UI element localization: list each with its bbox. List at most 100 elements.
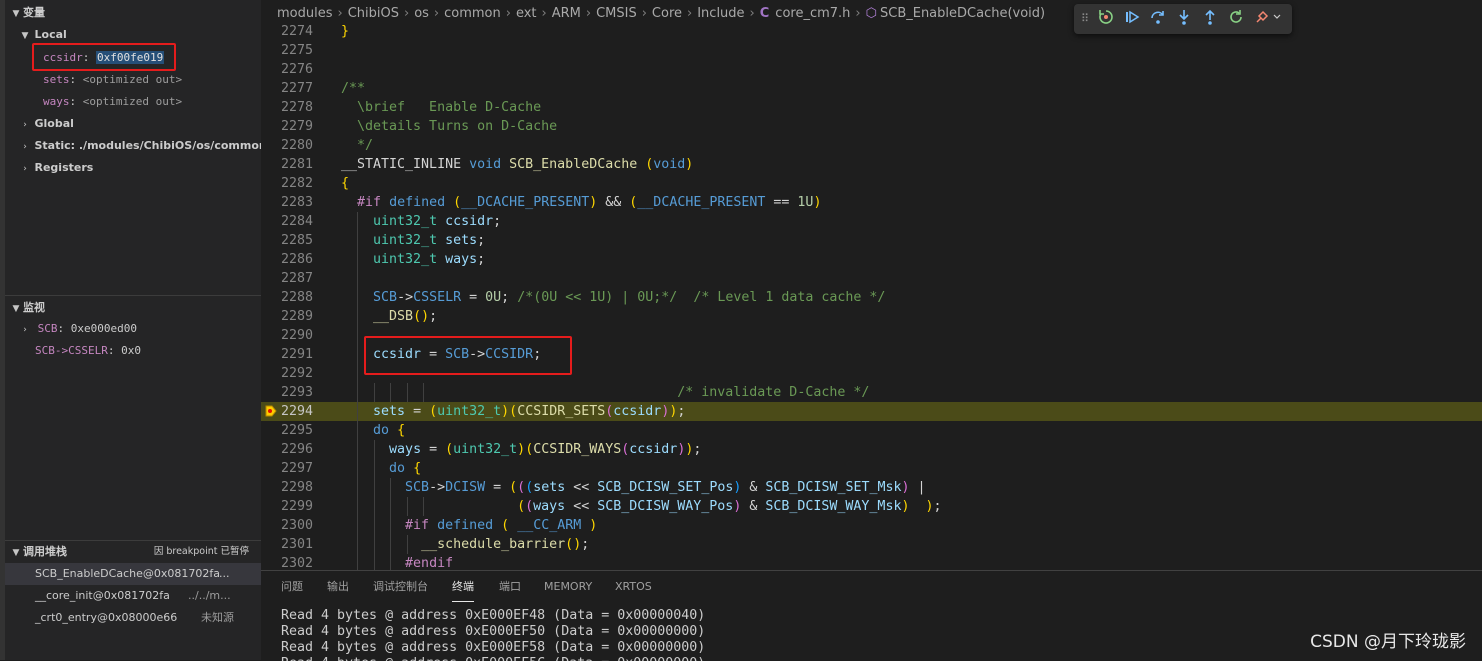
code-line[interactable]: 2287 bbox=[261, 269, 1482, 288]
breadcrumb-symbol[interactable]: SCB_EnableDCache(void) bbox=[880, 6, 1045, 21]
line-number[interactable]: 2284 bbox=[261, 212, 313, 231]
scope-registers[interactable]: › Registers bbox=[5, 157, 261, 179]
panel-tab[interactable]: 终端 bbox=[452, 571, 474, 602]
line-number[interactable]: 2289 bbox=[261, 307, 313, 326]
line-number[interactable]: 2300 bbox=[261, 516, 313, 535]
watch-item[interactable]: › SCB: 0xe000ed00 bbox=[5, 318, 261, 340]
line-number[interactable]: 2285 bbox=[261, 231, 313, 250]
code-line[interactable]: 2286 uint32_t ways; bbox=[261, 250, 1482, 269]
variable-row[interactable]: sets: <optimized out> bbox=[5, 69, 261, 91]
watch-item[interactable]: SCB->CSSELR: 0x0 bbox=[5, 340, 261, 362]
code-line[interactable]: 2297 do { bbox=[261, 459, 1482, 478]
breadcrumb-item[interactable]: modules bbox=[277, 6, 333, 21]
chevron-right-icon: › bbox=[585, 6, 592, 21]
breadcrumb-item[interactable]: common bbox=[444, 6, 501, 21]
line-number[interactable]: 2274 bbox=[261, 22, 313, 41]
panel-tab[interactable]: XRTOS bbox=[615, 571, 652, 603]
code-line[interactable]: 2301 __schedule_barrier(); bbox=[261, 535, 1482, 554]
panel-tab[interactable]: 调试控制台 bbox=[373, 571, 428, 603]
breadcrumb-item[interactable]: os bbox=[414, 6, 429, 21]
code-line[interactable]: 2280 */ bbox=[261, 136, 1482, 155]
code-line[interactable]: 2298 SCB->DCISW = (((sets << SCB_DCISW_S… bbox=[261, 478, 1482, 497]
breadcrumb-item[interactable]: ARM bbox=[552, 6, 581, 21]
code-line[interactable]: 2283 #if defined (__DCACHE_PRESENT) && (… bbox=[261, 193, 1482, 212]
line-number[interactable]: 2302 bbox=[261, 554, 313, 570]
step-into-icon[interactable] bbox=[1174, 9, 1194, 29]
breadcrumb-item[interactable]: Include bbox=[697, 6, 744, 21]
panel-tab[interactable]: 端口 bbox=[499, 571, 521, 603]
code-line[interactable]: 2299 ((ways << SCB_DCISW_WAY_Pos) & SCB_… bbox=[261, 497, 1482, 516]
line-number[interactable]: 2296 bbox=[261, 440, 313, 459]
line-number[interactable]: 2299 bbox=[261, 497, 313, 516]
code-line[interactable]: 2285 uint32_t sets; bbox=[261, 231, 1482, 250]
breadcrumb-item[interactable]: ext bbox=[516, 6, 537, 21]
panel-tab[interactable]: MEMORY bbox=[544, 571, 592, 603]
code-line[interactable]: 2278 \brief Enable D-Cache bbox=[261, 98, 1482, 117]
code-line[interactable]: 2294 sets = (uint32_t)(CCSIDR_SETS(ccsid… bbox=[261, 402, 1482, 421]
line-number[interactable]: 2280 bbox=[261, 136, 313, 155]
code-line[interactable]: 2296 ways = (uint32_t)(CCSIDR_WAYS(ccsid… bbox=[261, 440, 1482, 459]
panel-tab[interactable]: 输出 bbox=[327, 571, 349, 603]
restart-icon[interactable] bbox=[1226, 9, 1246, 29]
line-number[interactable]: 2281 bbox=[261, 155, 313, 174]
line-number[interactable]: 2275 bbox=[261, 41, 313, 60]
code-line[interactable]: 2274} bbox=[261, 22, 1482, 41]
breadcrumb-item[interactable]: Core bbox=[652, 6, 682, 21]
code-line[interactable]: 2293 /* invalidate D-Cache */ bbox=[261, 383, 1482, 402]
scope-static[interactable]: › Static: ./modules/ChibiOS/os/common/ex… bbox=[5, 135, 261, 157]
code-text: __STATIC_INLINE void SCB_EnableDCache (v… bbox=[341, 157, 694, 172]
panel-tab[interactable]: 问题 bbox=[281, 571, 303, 603]
code-line[interactable]: 2295 do { bbox=[261, 421, 1482, 440]
code-line[interactable]: 2282 { bbox=[261, 174, 1482, 193]
callstack-frame[interactable]: _crt0_entry@0x08000e66 未知源 bbox=[5, 607, 261, 629]
line-number[interactable]: 2279 bbox=[261, 117, 313, 136]
line-number[interactable]: 2277 bbox=[261, 79, 313, 98]
line-number[interactable]: 2298 bbox=[261, 478, 313, 497]
variable-row[interactable]: ways: <optimized out> bbox=[5, 91, 261, 113]
line-number[interactable]: 2301 bbox=[261, 535, 313, 554]
line-number[interactable]: 2290 bbox=[261, 326, 313, 345]
line-number[interactable]: 2297 bbox=[261, 459, 313, 478]
code-line[interactable]: 2281 __STATIC_INLINE void SCB_EnableDCach… bbox=[261, 155, 1482, 174]
line-number[interactable]: 2286 bbox=[261, 250, 313, 269]
disconnect-icon[interactable] bbox=[1252, 9, 1284, 29]
line-number[interactable]: 2292 bbox=[261, 364, 313, 383]
line-number[interactable]: 2282 bbox=[261, 174, 313, 193]
chevron-right-icon: › bbox=[337, 6, 343, 21]
watch-section-header[interactable]: ▼ 监视 bbox=[5, 298, 261, 318]
breakpoint-arrow-icon[interactable] bbox=[265, 405, 277, 417]
code-line[interactable]: 2276 bbox=[261, 60, 1482, 79]
line-number[interactable]: 2283 bbox=[261, 193, 313, 212]
line-number[interactable]: 2295 bbox=[261, 421, 313, 440]
code-line[interactable]: 2275 bbox=[261, 41, 1482, 60]
variables-section-header[interactable]: ▼ 变量 bbox=[5, 3, 261, 23]
line-number[interactable]: 2276 bbox=[261, 60, 313, 79]
frame-source: ../../m... bbox=[188, 589, 231, 602]
step-over-icon[interactable] bbox=[1148, 9, 1168, 29]
breadcrumb-file[interactable]: core_cm7.h bbox=[775, 6, 850, 21]
code-line[interactable]: 2284 uint32_t ccsidr; bbox=[261, 212, 1482, 231]
chevron-right-icon: › bbox=[541, 6, 547, 21]
code-line[interactable]: 2288 SCB->CSSELR = 0U; /*(0U << 1U) | 0U… bbox=[261, 288, 1482, 307]
step-out-icon[interactable] bbox=[1200, 9, 1220, 29]
breadcrumb-item[interactable]: ChibiOS bbox=[348, 6, 399, 21]
continue-icon[interactable] bbox=[1122, 9, 1142, 29]
callstack-frame[interactable]: __core_init@0x081702fa ../../m... bbox=[5, 585, 261, 607]
watch-value: 0xe000ed00 bbox=[70, 322, 137, 335]
line-number[interactable]: 2288 bbox=[261, 288, 313, 307]
code-line[interactable]: 2279 \details Turns on D-Cache bbox=[261, 117, 1482, 136]
line-number[interactable]: 2278 bbox=[261, 98, 313, 117]
code-line[interactable]: 2300 #if defined ( __CC_ARM ) bbox=[261, 516, 1482, 535]
line-number[interactable]: 2293 bbox=[261, 383, 313, 402]
code-line[interactable]: 2277 /** bbox=[261, 79, 1482, 98]
code-line[interactable]: 2302 #endif bbox=[261, 554, 1482, 570]
grip-icon[interactable]: ⠿ bbox=[1078, 9, 1092, 29]
breadcrumb-item[interactable]: CMSIS bbox=[596, 6, 637, 21]
callstack-section-header[interactable]: ▼ 调用堆栈 因 breakpoint 已暂停 bbox=[5, 542, 261, 562]
line-number[interactable]: 2287 bbox=[261, 269, 313, 288]
reset-device-icon[interactable] bbox=[1096, 9, 1116, 29]
callstack-frame[interactable]: SCB_EnableDCache@0x081702fa ... bbox=[5, 563, 261, 585]
scope-global[interactable]: › Global bbox=[5, 113, 261, 135]
code-line[interactable]: 2289 __DSB(); bbox=[261, 307, 1482, 326]
line-number[interactable]: 2291 bbox=[261, 345, 313, 364]
